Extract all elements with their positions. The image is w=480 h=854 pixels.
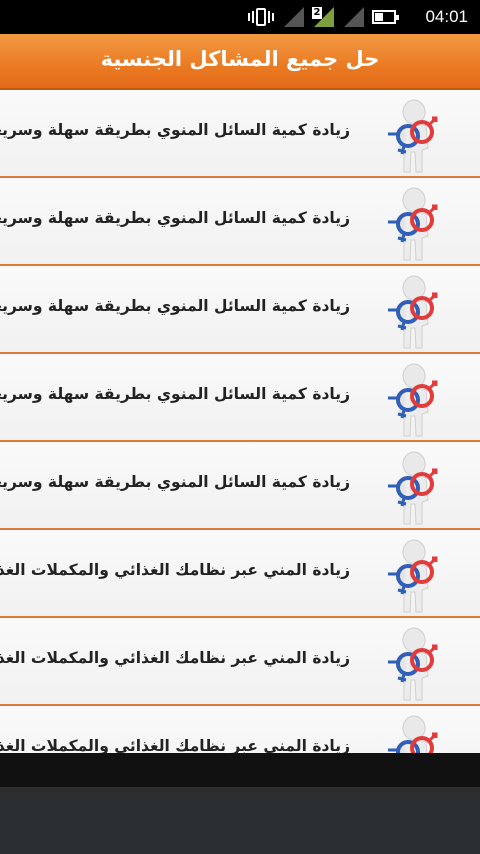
topics-list[interactable]: زيادة كمية السائل المنوي بطريقة سهلة وسر… [0,90,480,753]
navigation-area [0,787,480,854]
status-bar: 2 04:01 [0,0,480,34]
list-item-label: زيادة كمية السائل المنوي بطريقة سهلة وسر… [0,385,350,403]
gender-symbols-icon [380,712,442,753]
list-item-label: زيادة المني عبر نظامك الغذائي والمكملات … [0,737,350,753]
clock: 04:01 [425,7,468,26]
list-item-label: زيادة المني عبر نظامك الغذائي والمكملات … [0,649,350,667]
list-item-label: زيادة كمية السائل المنوي بطريقة سهلة وسر… [0,297,350,315]
list-item[interactable]: زيادة كمية السائل المنوي بطريقة سهلة وسر… [0,266,480,354]
list-item[interactable]: زيادة كمية السائل المنوي بطريقة سهلة وسر… [0,442,480,530]
battery-icon [372,10,399,24]
sim-number: 2 [312,7,322,19]
list-item-label: زيادة كمية السائل المنوي بطريقة سهلة وسر… [0,473,350,491]
list-item-label: زيادة كمية السائل المنوي بطريقة سهلة وسر… [0,121,350,139]
gender-symbols-icon [380,360,442,438]
list-item-label: زيادة كمية السائل المنوي بطريقة سهلة وسر… [0,209,350,227]
status-icons: 2 [248,6,399,28]
signal-icon-sim2: 2 [312,7,334,27]
gender-symbols-icon [380,624,442,702]
gender-symbols-icon [380,272,442,350]
list-item[interactable]: زيادة كمية السائل المنوي بطريقة سهلة وسر… [0,354,480,442]
list-item[interactable]: زيادة كمية السائل المنوي بطريقة سهلة وسر… [0,90,480,178]
gender-symbols-icon [380,96,442,174]
gender-symbols-icon [380,536,442,614]
gender-symbols-icon [380,184,442,262]
app-bar: حل جميع المشاكل الجنسية [0,34,480,90]
gender-symbols-icon [380,448,442,526]
list-item[interactable]: زيادة كمية السائل المنوي بطريقة سهلة وسر… [0,178,480,266]
signal-icon-empty [342,7,364,27]
page-title: حل جميع المشاكل الجنسية [100,47,380,71]
list-item-label: زيادة المني عبر نظامك الغذائي والمكملات … [0,561,350,579]
list-item[interactable]: زيادة المني عبر نظامك الغذائي والمكملات … [0,618,480,706]
bottom-bar [0,753,480,787]
list-item[interactable]: زيادة المني عبر نظامك الغذائي والمكملات … [0,530,480,618]
vibrate-icon [248,7,274,27]
list-item[interactable]: زيادة المني عبر نظامك الغذائي والمكملات … [0,706,480,753]
signal-icon [282,7,304,27]
